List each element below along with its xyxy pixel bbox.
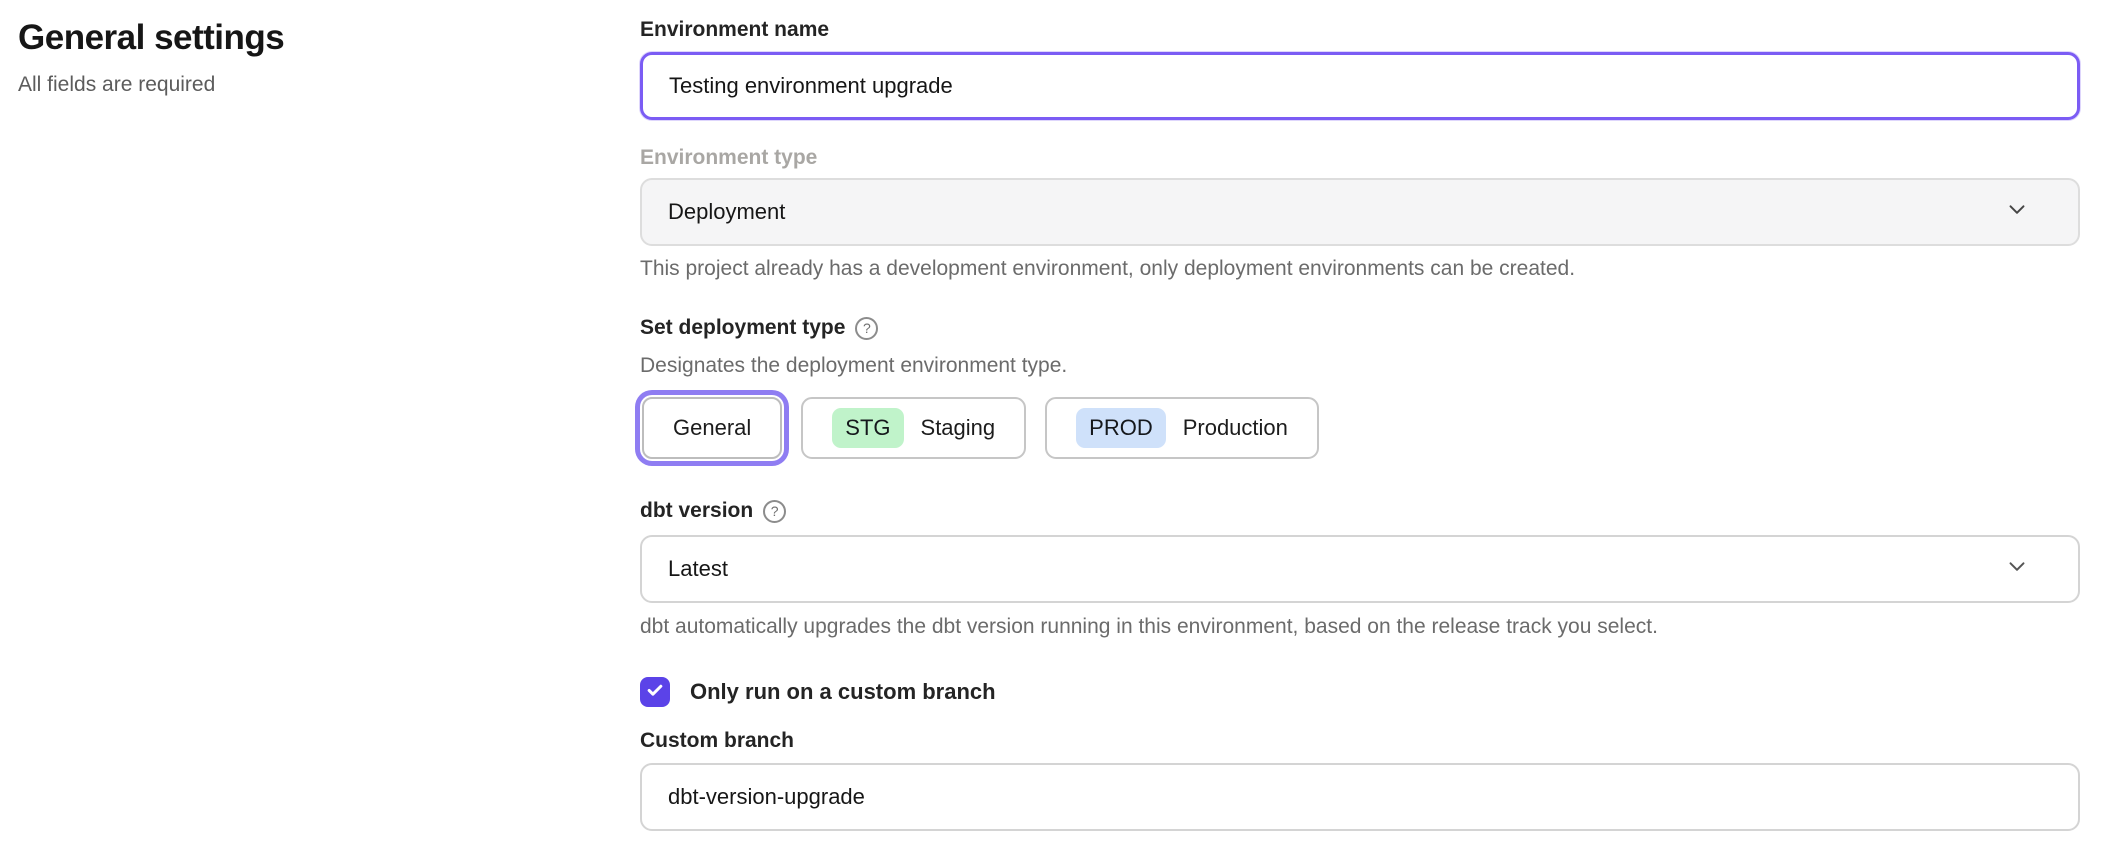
deployment-type-production-button[interactable]: PROD Production	[1045, 397, 1319, 459]
dbt-version-helper: dbt automatically upgrades the dbt versi…	[640, 615, 2080, 639]
deployment-type-helper: Designates the deployment environment ty…	[640, 354, 2080, 378]
dbt-version-select[interactable]: Latest	[640, 535, 2080, 603]
staging-option-label: Staging	[921, 415, 996, 441]
help-icon[interactable]: ?	[763, 500, 786, 523]
help-icon[interactable]: ?	[855, 317, 878, 340]
settings-header: General settings All fields are required	[0, 0, 640, 831]
environment-type-value: Deployment	[668, 199, 785, 225]
dbt-version-label: dbt version ?	[640, 499, 2080, 523]
custom-branch-checkbox[interactable]	[640, 677, 670, 707]
dbt-version-value: Latest	[668, 556, 728, 582]
deployment-type-field: Set deployment type ? Designates the dep…	[640, 316, 2080, 465]
page-title: General settings	[18, 16, 640, 60]
chevron-down-icon	[2004, 553, 2030, 585]
custom-branch-input[interactable]	[640, 763, 2080, 831]
custom-branch-field: Custom branch	[640, 729, 2080, 831]
environment-name-field: Environment name	[640, 18, 2080, 120]
deployment-type-label-text: Set deployment type	[640, 316, 845, 340]
page-subtitle: All fields are required	[18, 72, 640, 98]
environment-type-helper: This project already has a development e…	[640, 257, 2080, 281]
staging-badge: STG	[832, 408, 903, 448]
environment-type-field: Environment type Deployment This project…	[640, 146, 2080, 281]
chevron-down-icon	[2004, 196, 2030, 228]
checkmark-icon	[645, 680, 665, 705]
deployment-type-general-button[interactable]: General	[642, 397, 782, 459]
settings-form: Environment name Environment type Deploy…	[640, 0, 2080, 831]
dbt-version-field: dbt version ? Latest dbt automatically u…	[640, 499, 2080, 639]
custom-branch-checkbox-label[interactable]: Only run on a custom branch	[690, 679, 996, 705]
environment-name-input[interactable]	[640, 52, 2080, 120]
production-option-label: Production	[1183, 415, 1288, 441]
deployment-type-options: General STG Staging PROD Production	[640, 391, 2080, 465]
dbt-version-label-text: dbt version	[640, 499, 753, 523]
environment-type-label: Environment type	[640, 146, 2080, 170]
production-badge: PROD	[1076, 408, 1166, 448]
environment-type-select[interactable]: Deployment	[640, 178, 2080, 246]
custom-branch-label: Custom branch	[640, 729, 2080, 753]
deployment-type-staging-button[interactable]: STG Staging	[801, 397, 1026, 459]
custom-branch-toggle-row: Only run on a custom branch	[640, 677, 2080, 707]
environment-settings-page: General settings All fields are required…	[0, 0, 2116, 831]
general-option-label: General	[673, 415, 751, 441]
deployment-type-label: Set deployment type ?	[640, 316, 2080, 340]
environment-name-label: Environment name	[640, 18, 2080, 42]
